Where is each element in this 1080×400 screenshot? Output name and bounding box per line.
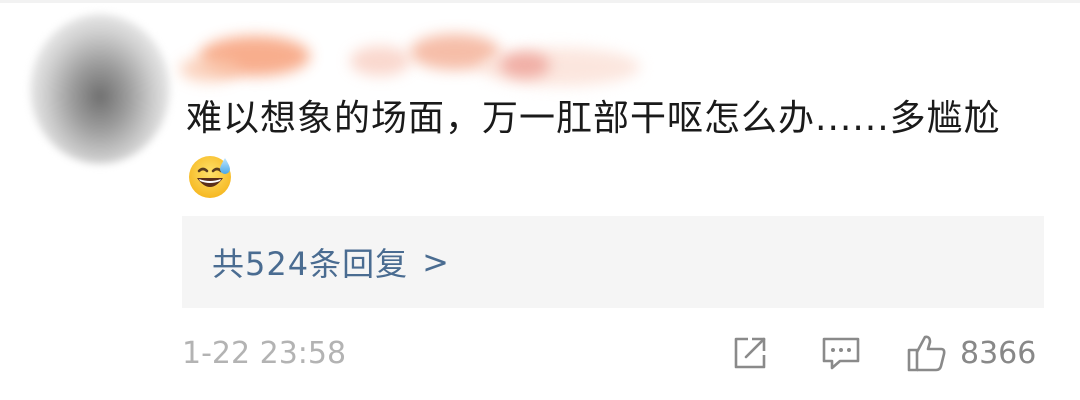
username-blurred[interactable] <box>180 26 700 86</box>
sweat-smile-emoji <box>186 152 234 200</box>
comment-timestamp: 1-22 23:58 <box>182 336 347 371</box>
like-count: 8366 <box>960 335 1037 371</box>
share-icon <box>734 337 766 369</box>
share-button[interactable] <box>730 332 770 374</box>
view-replies-button[interactable]: 共524条回复 > <box>182 216 1044 308</box>
chevron-right-icon: > <box>422 243 449 281</box>
top-divider <box>0 0 1080 3</box>
comment-button[interactable] <box>820 332 862 374</box>
thumbs-up-icon <box>907 335 946 372</box>
comment-icon <box>822 337 860 370</box>
replies-count-label: 共524条回复 <box>212 245 409 283</box>
like-button[interactable]: 8366 <box>906 332 1036 374</box>
avatar[interactable] <box>30 14 170 164</box>
comment-text: 难以想象的场面，万一肛部干呕怎么办......多尴尬 <box>186 98 1001 139</box>
